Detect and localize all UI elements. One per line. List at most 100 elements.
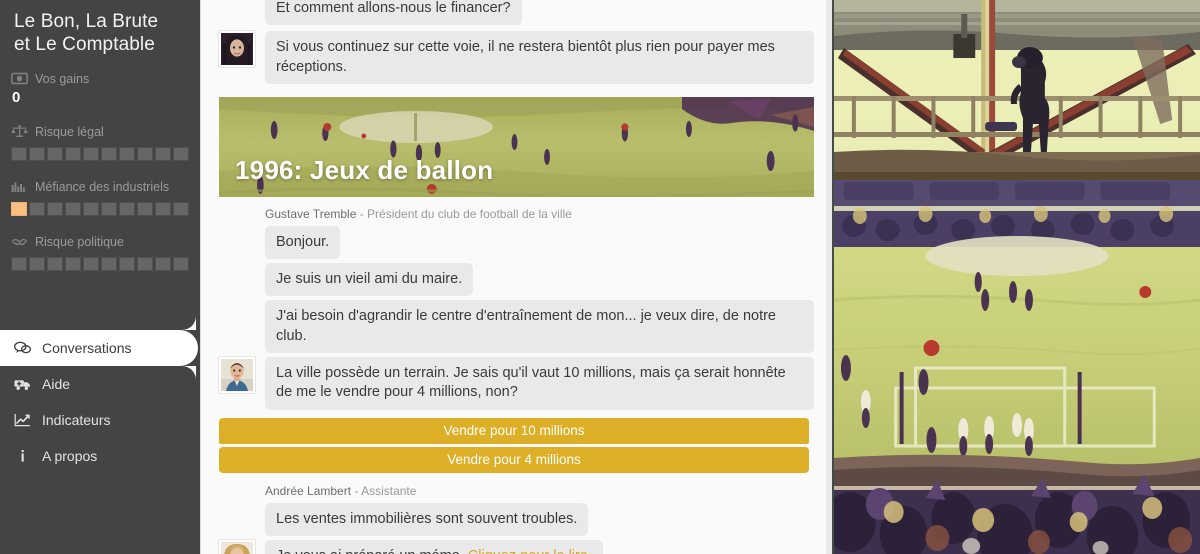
message-row: J'ai besoin d'agrandir le centre d'entra… (201, 300, 832, 353)
avatar-man-blue-shirt (218, 355, 256, 394)
meter-segment (47, 147, 63, 162)
meter-segment (11, 147, 27, 162)
scene-artwork (832, 0, 1200, 554)
stats-panel: Vos gains 0 Risque légal Méfiance des in… (0, 56, 200, 272)
meter-mefiance-industriels (11, 202, 189, 217)
speaker-label-andree: Andrée Lambert - Assistante (201, 484, 832, 498)
speaker-name: Andrée Lambert (265, 483, 352, 498)
meter-segment (155, 147, 171, 162)
pill-corner-top (182, 316, 196, 330)
meter-risque-legal (11, 147, 189, 162)
meter-segment-filled (11, 202, 27, 217)
speaker-label-gustave: Gustave Tremble - Président du club de f… (201, 207, 832, 221)
meter-segment (83, 257, 99, 272)
line-chart-icon (14, 413, 31, 427)
choice-button-sell-4-million[interactable]: Vendre pour 4 millions (219, 446, 809, 473)
stat-risque-politique: Risque politique (11, 233, 189, 272)
meter-segment (65, 202, 81, 217)
sidebar-item-label: Aide (42, 376, 71, 392)
stat-label: Vos gains (35, 71, 90, 86)
meter-segment (101, 202, 117, 217)
meter-segment (137, 147, 153, 162)
message-bubble: J'ai besoin d'agrandir le centre d'entra… (265, 300, 814, 353)
bar-chart-icon (11, 180, 28, 193)
info-icon (14, 449, 31, 463)
message-bubble-with-link: Je vous ai préparé un mémo. Cliquez pour… (265, 539, 603, 554)
avatar-blonde-woman (218, 538, 256, 554)
chapter-banner: 1996: Jeux de ballon (219, 96, 814, 197)
sidebar-nav: Conversations Aide Indicateurs A propos (0, 316, 200, 474)
meter-risque-politique (11, 257, 189, 272)
message-bubble: Les ventes immobilières sont souvent tro… (265, 502, 589, 536)
message-row: Bonjour. (201, 225, 832, 260)
message-bubble: Si vous continuez sur cette voie, il ne … (265, 31, 814, 84)
sidebar-item-aide[interactable]: Aide (0, 366, 200, 402)
meter-segment (119, 202, 135, 217)
ambulance-icon (14, 377, 31, 391)
meter-segment (155, 257, 171, 272)
speaker-name: Gustave Tremble (265, 206, 357, 221)
avatar-dark-haired-woman (218, 30, 256, 69)
sidebar-item-label: Indicateurs (42, 412, 111, 428)
speaker-role: Président du club de football de la vill… (367, 206, 572, 221)
stat-mefiance-industriels: Méfiance des industriels (11, 178, 189, 217)
meter-segment (173, 202, 189, 217)
memo-link[interactable]: Cliquez pour le lire. (468, 548, 592, 554)
app-title-line1: Le Bon, La Brute (14, 11, 159, 32)
meter-segment (83, 202, 99, 217)
money-icon (11, 72, 28, 85)
sidebar-item-label: Conversations (42, 340, 132, 356)
stat-risque-legal: Risque légal (11, 123, 189, 162)
meter-segment (137, 257, 153, 272)
sidebar-item-indicateurs[interactable]: Indicateurs (0, 402, 200, 438)
conversation-scroll-area[interactable]: Et comment allons-nous le financer? Si v… (201, 0, 832, 554)
avatar-slot (218, 30, 256, 69)
message-row: Je vous ai préparé un mémo. Cliquez pour… (201, 538, 832, 554)
meter-segment (101, 147, 117, 162)
sidebar: Le Bon, La Brute et Le Comptable Vos gai… (0, 0, 200, 554)
message-row: Les ventes immobilières sont souvent tro… (201, 502, 832, 536)
application-window: Le Bon, La Brute et Le Comptable Vos gai… (0, 0, 1200, 554)
sidebar-item-label: A propos (42, 448, 98, 464)
message-bubble: Bonjour. (265, 225, 341, 260)
message-row: La ville possède un terrain. Je sais qu'… (201, 355, 832, 410)
speaker-separator: - (351, 483, 362, 498)
sidebar-item-a-propos[interactable]: A propos (0, 438, 200, 474)
scales-icon (11, 125, 28, 138)
message-row: Et comment allons-nous le financer? (201, 0, 832, 26)
handshake-icon (11, 235, 28, 248)
meter-segment (173, 257, 189, 272)
sidebar-item-conversations[interactable]: Conversations (0, 316, 198, 380)
choice-button-sell-10-million[interactable]: Vendre pour 10 millions (219, 417, 809, 444)
app-title: Le Bon, La Brute et Le Comptable (0, 0, 200, 56)
meter-segment (119, 257, 135, 272)
meter-segment (29, 257, 45, 272)
avatar-slot (218, 355, 256, 394)
stat-header: Risque légal (11, 123, 189, 140)
meter-segment (137, 202, 153, 217)
stat-label: Risque légal (35, 124, 104, 139)
meter-segment (47, 202, 63, 217)
meter-segment (65, 147, 81, 162)
meter-segment (101, 257, 117, 272)
speaker-role: Assistante (361, 483, 417, 498)
stat-label: Risque politique (35, 234, 124, 249)
message-row: Si vous continuez sur cette voie, il ne … (201, 30, 832, 84)
message-bubble: Je suis un vieil ami du maire. (265, 263, 474, 297)
message-bubble: La ville possède un terrain. Je sais qu'… (265, 356, 814, 410)
meter-segment (83, 147, 99, 162)
chat-bubbles-icon (14, 341, 31, 355)
speaker-separator: - (356, 206, 368, 221)
stat-label: Méfiance des industriels (35, 179, 170, 194)
meter-segment (65, 257, 81, 272)
message-row: Je suis un vieil ami du maire. (201, 263, 832, 297)
avatar-slot (218, 538, 256, 554)
message-bubble: Et comment allons-nous le financer? (265, 0, 522, 26)
meter-segment (119, 147, 135, 162)
stat-header: Méfiance des industriels (11, 178, 189, 195)
stat-value-gains: 0 (12, 89, 21, 107)
meter-segment (29, 202, 45, 217)
chapter-title: 1996: Jeux de ballon (235, 154, 494, 185)
meter-segment (173, 147, 189, 162)
message-text: Je vous ai préparé un mémo. (276, 548, 468, 554)
